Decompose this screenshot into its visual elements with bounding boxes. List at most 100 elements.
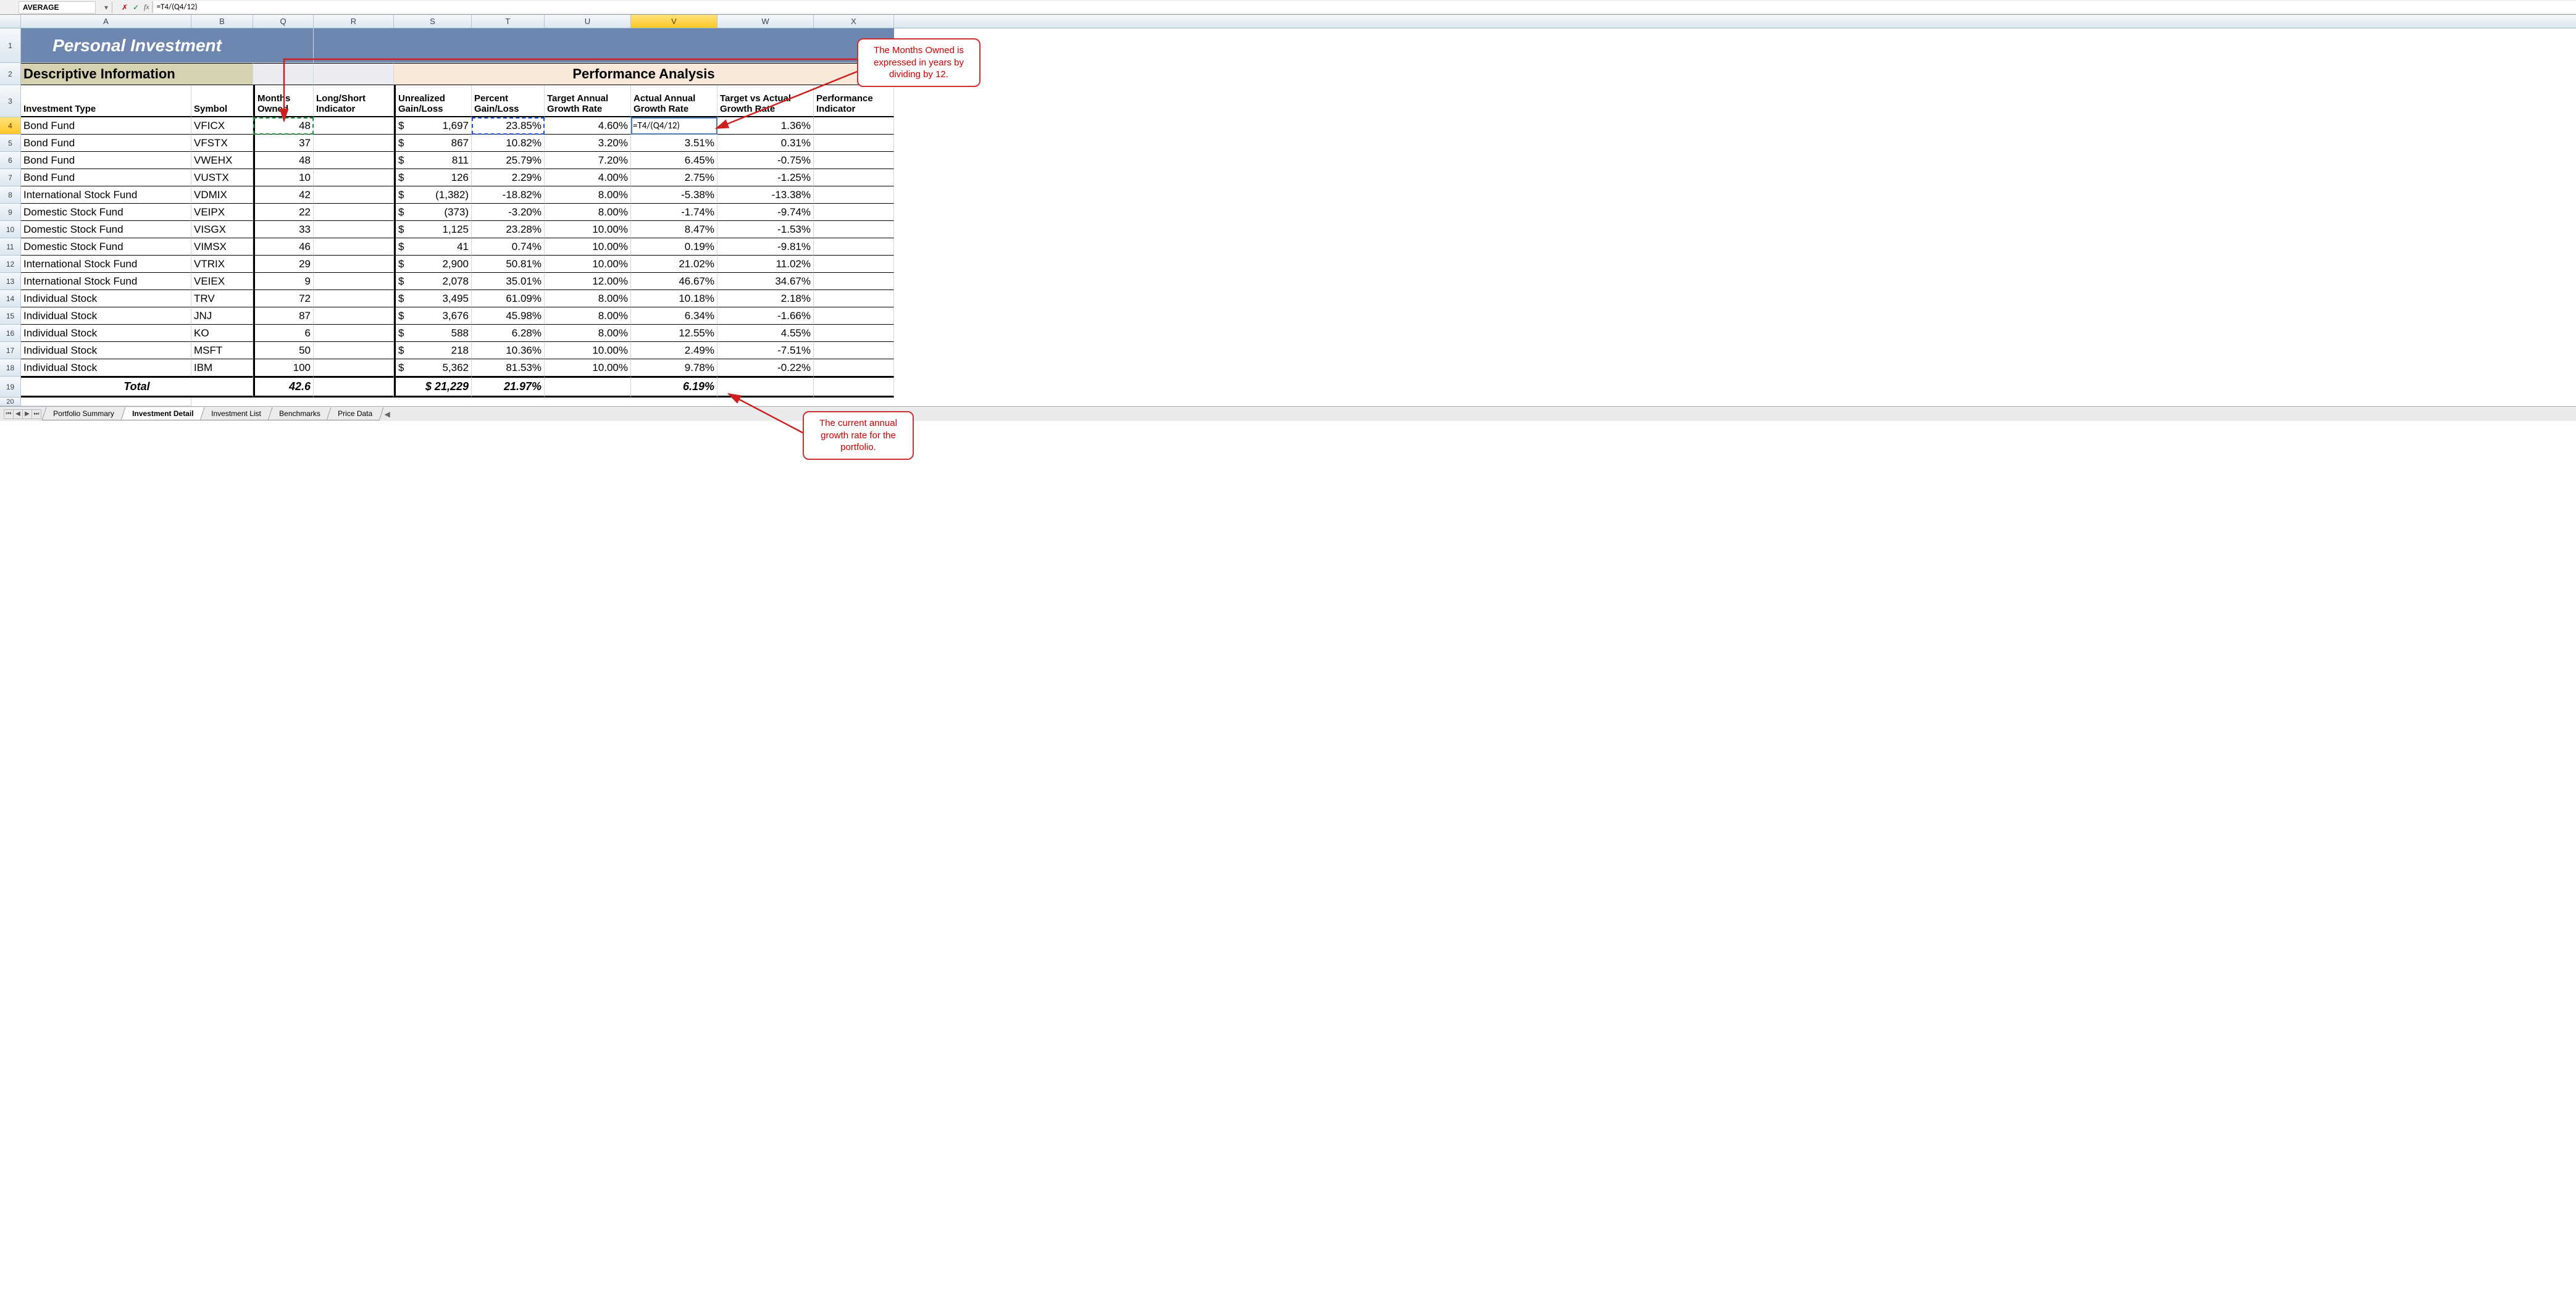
cell-percent-gl[interactable]: 10.36% <box>472 342 545 359</box>
spreadsheet-grid[interactable]: 1 Personal Investment 2 Descriptive Info… <box>0 28 2576 406</box>
cell-symbol[interactable]: JNJ <box>191 307 253 325</box>
cell-target-vs-actual[interactable]: -1.53% <box>717 221 814 238</box>
cell-unrealized[interactable]: $3,676 <box>394 307 472 325</box>
cell-perf-indicator[interactable] <box>814 135 894 152</box>
cell-unrealized[interactable]: $5,362 <box>394 359 472 377</box>
cell[interactable] <box>314 63 394 85</box>
cell-percent-gl[interactable]: 2.29% <box>472 169 545 186</box>
cell-target-vs-actual[interactable]: -9.74% <box>717 204 814 221</box>
cell-symbol[interactable]: VISGX <box>191 221 253 238</box>
cell-unrealized[interactable]: $126 <box>394 169 472 186</box>
sheet-tab[interactable]: Investment List <box>200 407 273 420</box>
cell-perf-indicator[interactable] <box>814 204 894 221</box>
row-header-16[interactable]: 16 <box>0 325 21 342</box>
col-header-U[interactable]: U <box>545 15 631 28</box>
cell-actual-annual[interactable]: 6.45% <box>631 152 717 169</box>
cell[interactable] <box>21 398 191 406</box>
cell-actual-annual[interactable]: 12.55% <box>631 325 717 342</box>
cell-percent-gl[interactable]: 81.53% <box>472 359 545 377</box>
cell-investment-type[interactable]: Bond Fund <box>21 117 191 135</box>
formula-cancel-icon[interactable]: ✗ <box>119 3 130 12</box>
cell[interactable] <box>717 377 814 398</box>
cell-symbol[interactable]: KO <box>191 325 253 342</box>
name-box-dropdown-icon[interactable]: ▾ <box>101 3 112 12</box>
cell-symbol[interactable]: VFICX <box>191 117 253 135</box>
cell-actual-annual[interactable]: 9.78% <box>631 359 717 377</box>
cell[interactable] <box>631 28 717 63</box>
cell-long-short[interactable] <box>314 256 394 273</box>
cell[interactable] <box>253 63 314 85</box>
cell-symbol[interactable]: VEIPX <box>191 204 253 221</box>
cell-target-annual[interactable]: 4.00% <box>545 169 631 186</box>
cell-perf-indicator[interactable] <box>814 290 894 307</box>
cell-investment-type[interactable]: International Stock Fund <box>21 186 191 204</box>
cell-perf-indicator[interactable] <box>814 359 894 377</box>
cell[interactable] <box>253 28 314 63</box>
cell-months-owned[interactable]: 48 <box>253 152 314 169</box>
cell-actual-annual[interactable]: 2.75% <box>631 169 717 186</box>
cell-perf-indicator[interactable] <box>814 186 894 204</box>
cell-long-short[interactable] <box>314 221 394 238</box>
row-header-2[interactable]: 2 <box>0 63 21 85</box>
cell-long-short[interactable] <box>314 135 394 152</box>
cell-perf-indicator[interactable] <box>814 238 894 256</box>
cell-investment-type[interactable]: Bond Fund <box>21 169 191 186</box>
cell-investment-type[interactable]: Domestic Stock Fund <box>21 221 191 238</box>
cell-target-vs-actual[interactable]: 0.31% <box>717 135 814 152</box>
sheet-tab[interactable]: Price Data <box>327 407 384 420</box>
cell-symbol[interactable]: MSFT <box>191 342 253 359</box>
cell-unrealized[interactable]: $3,495 <box>394 290 472 307</box>
cell-percent-gl[interactable]: 23.85% <box>472 117 545 135</box>
cell-percent-gl[interactable]: 25.79% <box>472 152 545 169</box>
cell-target-vs-actual[interactable]: -1.66% <box>717 307 814 325</box>
col-header-Q[interactable]: Q <box>253 15 314 28</box>
cell-long-short[interactable] <box>314 342 394 359</box>
col-header-A[interactable]: A <box>21 15 191 28</box>
cell-unrealized[interactable]: $(1,382) <box>394 186 472 204</box>
cell-percent-gl[interactable]: -18.82% <box>472 186 545 204</box>
cell-investment-type[interactable]: Individual Stock <box>21 359 191 377</box>
select-all-corner[interactable] <box>0 15 21 28</box>
cell-symbol[interactable]: IBM <box>191 359 253 377</box>
cell-perf-indicator[interactable] <box>814 307 894 325</box>
cell-percent-gl[interactable]: 35.01% <box>472 273 545 290</box>
cell-target-annual[interactable]: 8.00% <box>545 290 631 307</box>
sheet-tab[interactable]: Portfolio Summary <box>42 407 126 420</box>
cell-unrealized[interactable]: $218 <box>394 342 472 359</box>
row-header-7[interactable]: 7 <box>0 169 21 186</box>
cell-investment-type[interactable]: Individual Stock <box>21 307 191 325</box>
cell-target-annual[interactable]: 8.00% <box>545 325 631 342</box>
cell-investment-type[interactable]: International Stock Fund <box>21 256 191 273</box>
cell-actual-annual-editing[interactable]: =T4/(Q4/12) <box>631 117 717 135</box>
cell[interactable] <box>814 377 894 398</box>
cell-months-owned[interactable]: 22 <box>253 204 314 221</box>
cell-unrealized[interactable]: $2,078 <box>394 273 472 290</box>
cell-perf-indicator[interactable] <box>814 256 894 273</box>
cell-symbol[interactable]: TRV <box>191 290 253 307</box>
cell-percent-gl[interactable]: 45.98% <box>472 307 545 325</box>
cell-target-annual[interactable]: 10.00% <box>545 238 631 256</box>
total-months[interactable]: 42.6 <box>253 377 314 398</box>
col-header-V[interactable]: V <box>631 15 717 28</box>
cell-target-annual[interactable]: 7.20% <box>545 152 631 169</box>
cell-months-owned[interactable]: 42 <box>253 186 314 204</box>
row-header-15[interactable]: 15 <box>0 307 21 325</box>
cell-actual-annual[interactable]: 2.49% <box>631 342 717 359</box>
cell-investment-type[interactable]: International Stock Fund <box>21 273 191 290</box>
cell-months-owned[interactable]: 33 <box>253 221 314 238</box>
cell-symbol[interactable]: VIMSX <box>191 238 253 256</box>
cell-actual-annual[interactable]: 8.47% <box>631 221 717 238</box>
row-header-10[interactable]: 10 <box>0 221 21 238</box>
cell-long-short[interactable] <box>314 186 394 204</box>
row-header-19[interactable]: 19 <box>0 377 21 398</box>
cell-percent-gl[interactable]: 6.28% <box>472 325 545 342</box>
cell-perf-indicator[interactable] <box>814 325 894 342</box>
tab-nav-next-icon[interactable]: ▶ <box>22 409 32 419</box>
col-header-B[interactable]: B <box>191 15 253 28</box>
fx-icon[interactable]: fx <box>141 2 152 12</box>
cell-months-owned[interactable]: 100 <box>253 359 314 377</box>
cell-percent-gl[interactable]: 50.81% <box>472 256 545 273</box>
cell-actual-annual[interactable]: 46.67% <box>631 273 717 290</box>
cell-target-annual[interactable]: 8.00% <box>545 307 631 325</box>
row-header-13[interactable]: 13 <box>0 273 21 290</box>
